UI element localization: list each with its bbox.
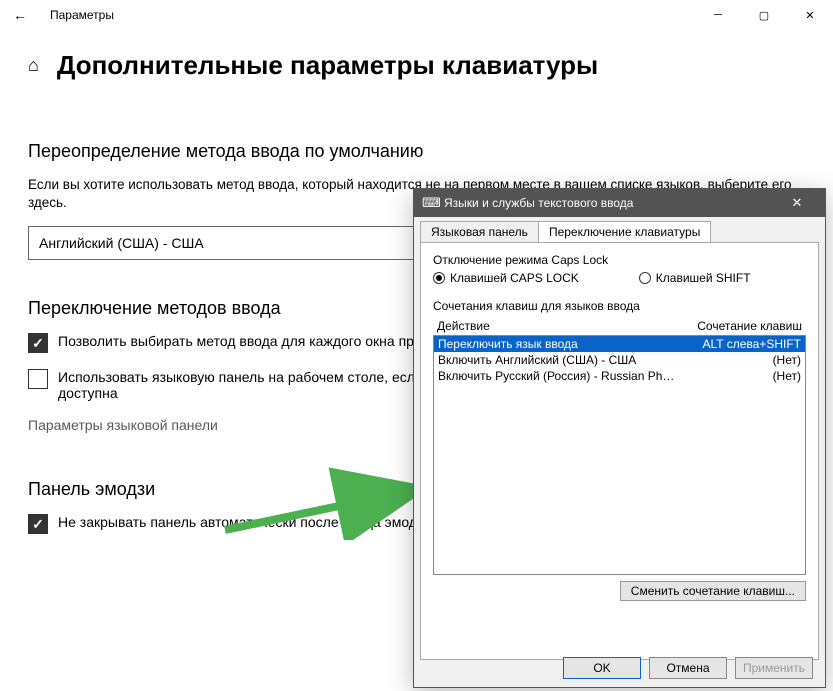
radio-shift[interactable]: Клавишей SHIFT — [639, 271, 751, 285]
text-services-dialog: ⌨ Языки и службы текстового ввода ✕ Язык… — [413, 188, 826, 688]
page-header: ⌂ Дополнительные параметры клавиатуры — [28, 50, 805, 81]
tab-panel: Отключение режима Caps Lock Клавишей CAP… — [420, 242, 819, 660]
page-title: Дополнительные параметры клавиатуры — [57, 50, 598, 81]
dialog-titlebar: ⌨ Языки и службы текстового ввода ✕ — [414, 189, 825, 217]
window-title: Параметры — [50, 8, 114, 22]
list-shortcut: (Нет) — [681, 369, 801, 383]
radio-icon — [639, 272, 651, 284]
checkbox-per-window[interactable]: ✓ Позволить выбирать метод ввода для каж… — [28, 333, 478, 353]
default-input-dropdown[interactable]: Английский (США) - США — [28, 226, 428, 260]
radio-label: Клавишей SHIFT — [656, 271, 751, 285]
checkbox-icon: ✓ — [28, 333, 48, 353]
list-item[interactable]: Включить Английский (США) - США (Нет) — [434, 352, 805, 368]
list-action: Включить Английский (США) - США — [438, 353, 681, 367]
list-action: Переключить язык ввода — [438, 337, 681, 351]
dropdown-value: Английский (США) - США — [39, 235, 204, 251]
radio-caps-lock[interactable]: Клавишей CAPS LOCK — [433, 271, 579, 285]
ok-button[interactable]: OK — [563, 657, 641, 679]
checkbox-icon — [28, 369, 48, 389]
tab-language-bar[interactable]: Языковая панель — [420, 221, 539, 242]
cancel-button[interactable]: Отмена — [649, 657, 727, 679]
col-shortcut: Сочетание клавиш — [682, 319, 802, 333]
list-column-headers: Действие Сочетание клавиш — [433, 317, 806, 335]
dialog-title: Языки и службы текстового ввода — [444, 196, 633, 210]
tab-keyboard-switching[interactable]: Переключение клавиатуры — [538, 221, 711, 242]
checkbox-icon: ✓ — [28, 514, 48, 534]
shortcut-list[interactable]: Переключить язык ввода ALT слева+SHIFT В… — [433, 335, 806, 575]
list-item[interactable]: Включить Русский (Россия) - Russian Phon… — [434, 368, 805, 384]
close-button[interactable]: ✕ — [787, 0, 833, 30]
shortcut-group-label: Сочетания клавиш для языков ввода — [433, 299, 806, 313]
window-controls: ─ ▢ ✕ — [695, 0, 833, 30]
dialog-buttons: OK Отмена Применить — [563, 657, 813, 679]
col-action: Действие — [437, 319, 682, 333]
home-icon[interactable]: ⌂ — [28, 55, 39, 76]
checkbox-label: Не закрывать панель автоматически после … — [58, 514, 431, 530]
section-override-heading: Переопределение метода ввода по умолчани… — [28, 141, 805, 162]
checkbox-emoji[interactable]: ✓ Не закрывать панель автоматически посл… — [28, 514, 478, 534]
maximize-button[interactable]: ▢ — [741, 0, 787, 30]
caps-lock-radio-group: Клавишей CAPS LOCK Клавишей SHIFT — [433, 271, 806, 285]
radio-label: Клавишей CAPS LOCK — [450, 271, 579, 285]
radio-icon — [433, 272, 445, 284]
window-titlebar: ← Параметры ─ ▢ ✕ — [0, 0, 833, 30]
close-icon[interactable]: ✕ — [777, 195, 817, 211]
settings-window: ← Параметры ─ ▢ ✕ ⌂ Дополнительные парам… — [0, 0, 833, 691]
caps-lock-group-label: Отключение режима Caps Lock — [433, 253, 806, 267]
list-item[interactable]: Переключить язык ввода ALT слева+SHIFT — [434, 336, 805, 352]
checkbox-lang-bar[interactable]: Использовать языковую панель на рабочем … — [28, 369, 478, 401]
minimize-button[interactable]: ─ — [695, 0, 741, 30]
apply-button[interactable]: Применить — [735, 657, 813, 679]
change-shortcut-button[interactable]: Сменить сочетание клавиш... — [620, 581, 806, 601]
list-shortcut: ALT слева+SHIFT — [681, 337, 801, 351]
list-action: Включить Русский (Россия) - Russian Phon… — [438, 369, 681, 383]
back-icon[interactable]: ← — [8, 7, 32, 23]
dialog-tabs: Языковая панель Переключение клавиатуры — [414, 217, 825, 242]
keyboard-icon: ⌨ — [422, 195, 438, 211]
list-shortcut: (Нет) — [681, 353, 801, 367]
